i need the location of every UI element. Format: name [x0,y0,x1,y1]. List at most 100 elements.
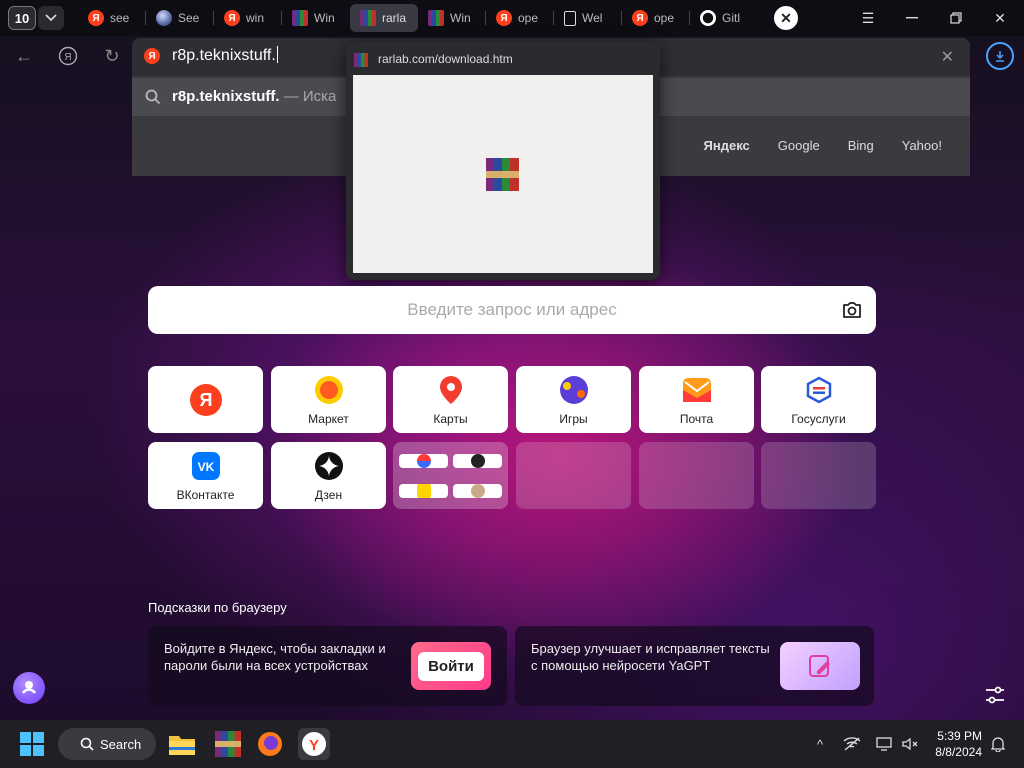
suggestion-query: r8p.teknixstuff. [172,88,280,105]
vk-icon: VK [190,450,222,482]
tile-label: Дзен [314,487,343,502]
tab-wel[interactable]: Wel [554,4,622,32]
tab-label: win [246,11,265,25]
system-clock[interactable]: 5:39 PM 8/8/2024 [926,728,982,760]
winrar-icon[interactable] [212,728,244,760]
address-input[interactable]: r8p.teknixstuff. [172,46,278,65]
firefox-icon[interactable] [254,728,286,760]
search-icon [80,737,94,751]
tile-gosuslugi[interactable]: Госуслуги [761,366,876,433]
site-icon [416,483,431,498]
tile-empty[interactable] [639,442,754,509]
tile-empty[interactable] [516,442,631,509]
display-icon[interactable] [874,734,894,754]
camera-icon[interactable] [840,298,864,322]
tab-list-chevron-icon[interactable] [38,6,64,30]
tab-label: See [178,11,200,25]
tile-market[interactable]: Маркет [271,366,386,433]
main-search-input[interactable] [212,300,812,320]
tab-label: Win [314,11,335,25]
svg-text:VK: VK [197,460,214,474]
yandex-browser-icon[interactable]: Y [298,728,330,760]
tile-yandex[interactable]: Я [148,366,263,433]
file-explorer-icon[interactable] [166,728,198,760]
minimize-icon[interactable] [900,6,924,30]
winrar-icon [428,10,444,26]
tile-mail[interactable]: Почта [639,366,754,433]
github-icon [700,10,716,26]
yandex-home-icon[interactable]: Я [56,44,80,68]
tab-github[interactable]: Gitl [690,4,758,32]
tab-win-1[interactable]: Яwin [214,4,282,32]
clear-icon[interactable]: ✕ [941,47,954,67]
tab-ope-2[interactable]: Яope [622,4,690,32]
tile-empty[interactable] [761,442,876,509]
download-icon[interactable] [986,42,1014,70]
tab-rarlab[interactable]: rarla [350,4,418,32]
hints-title: Подсказки по браузеру [148,600,287,615]
document-icon [564,10,576,26]
tab-win-3[interactable]: Win [418,4,486,32]
login-button[interactable]: Войти [411,642,491,690]
hint-text: Войдите в Яндекс, чтобы закладки и парол… [164,641,386,673]
tile-games[interactable]: Игры [516,366,631,433]
winrar-icon [360,10,376,26]
winrar-logo-icon [486,158,519,191]
engine-yandex[interactable]: Яндекс [704,138,750,153]
tab-see-1[interactable]: Яsee [78,4,146,32]
windows-start-icon[interactable] [16,728,48,760]
tile-label: Игры [559,411,588,426]
reload-icon[interactable]: ↻ [100,44,124,68]
tab-label: Gitl [722,11,740,25]
tile-label: Госуслуги [791,411,846,426]
yagpt-edit-icon[interactable] [780,642,860,690]
restore-icon[interactable] [944,6,968,30]
gosuslugi-icon [803,374,835,406]
engine-bing[interactable]: Bing [848,138,874,153]
tab-hover-preview: rarlab.com/download.htm [346,42,660,280]
taskbar-search-label: Search [100,736,142,752]
site-icon [470,453,485,468]
site-icon [416,453,431,468]
suggestion-action: — Иска [279,88,337,105]
close-window-icon[interactable]: ✕ [988,6,1012,30]
tab-see-2[interactable]: See [146,4,214,32]
games-icon [558,374,590,406]
engine-yahoo[interactable]: Yahoo! [902,138,942,153]
maps-pin-icon [435,374,467,406]
yandex-icon: Я [496,10,512,26]
network-icon[interactable] [842,734,862,754]
alice-assistant-icon[interactable] [13,672,45,704]
yandex-icon: Я [144,48,160,64]
tile-folder[interactable] [393,442,508,509]
preview-thumbnail [353,75,653,273]
tile-vk[interactable]: VK ВКонтакте [148,442,263,509]
main-search-box[interactable] [148,286,876,334]
tile-label: Карты [433,411,468,426]
tab-count-button[interactable]: 10 [8,6,36,30]
tile-dzen[interactable]: Дзен [271,442,386,509]
taskbar-search-button[interactable]: Search [58,728,156,760]
search-icon [145,89,161,105]
hint-text: Браузер улучшает и исправляет тексты с п… [531,641,770,673]
yandex-icon: Я [224,10,240,26]
tab-label: see [110,11,130,25]
back-icon[interactable]: ← [12,44,36,68]
clock-date: 8/8/2024 [935,745,982,759]
mini-tile [453,453,502,468]
close-tab-icon[interactable]: ✕ [774,6,798,30]
notification-bell-icon[interactable] [988,734,1008,754]
mini-tile [453,483,502,498]
tile-maps[interactable]: Карты [393,366,508,433]
svg-text:Я: Я [199,390,212,410]
tab-ope-1[interactable]: Яope [486,4,554,32]
sphere-icon [156,10,172,26]
customize-icon[interactable] [984,684,1006,706]
show-hidden-icons-chevron-icon[interactable]: ^ [810,734,830,754]
engine-google[interactable]: Google [778,138,820,153]
tab-win-2[interactable]: Win [282,4,350,32]
mail-icon [681,374,713,406]
volume-muted-icon[interactable] [900,734,920,754]
windows-taskbar: Search Y ^ 5:39 PM 8/8/2024 [0,720,1024,768]
menu-icon[interactable]: ☰ [856,6,880,30]
